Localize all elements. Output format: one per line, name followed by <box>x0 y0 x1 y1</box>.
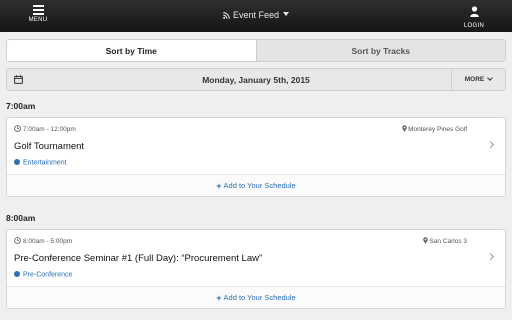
event-time-text: 7:00am - 12:00pm <box>23 126 76 133</box>
add-to-schedule-label: Add to Your Schedule <box>223 181 296 190</box>
event-location: San Carlos 3 <box>423 237 467 246</box>
tab-sort-by-time[interactable]: Sort by Time <box>7 40 256 61</box>
event-location-text: Monterey Pines Golf <box>408 126 467 133</box>
login-button[interactable]: LOGIN <box>456 3 492 29</box>
feed-title: Event Feed <box>232 10 280 20</box>
login-label: LOGIN <box>463 23 485 29</box>
plus-icon: + <box>216 180 222 191</box>
clock-icon <box>14 125 21 134</box>
event-track: Entertainment <box>14 159 67 167</box>
more-button[interactable]: MORE <box>451 69 505 90</box>
event-location-text: San Carlos 3 <box>429 238 467 245</box>
event-title: Pre-Conference Seminar #1 (Full Day): “P… <box>14 253 263 264</box>
event-time-range: 7:00am - 12:00pm <box>14 125 76 134</box>
add-to-schedule-button[interactable]: + Add to Your Schedule <box>7 174 505 196</box>
event-item[interactable]: 7:00am - 12:00pm Monterey Pines Golf Gol… <box>7 118 505 174</box>
date-bar: Monday, January 5th, 2015 MORE <box>6 68 506 91</box>
clock-icon <box>14 237 21 246</box>
plus-icon: + <box>216 292 222 303</box>
top-bar: MENU Event Feed LOGIN <box>0 0 512 32</box>
map-pin-icon <box>423 237 429 246</box>
event-card: 8:00am - 5:00pm San Carlos 3 Pre-Confere… <box>6 229 506 309</box>
track-color-dot <box>14 271 20 277</box>
track-color-dot <box>14 159 20 165</box>
chevron-down-icon <box>487 75 494 81</box>
event-feed-dropdown[interactable]: Event Feed <box>0 10 512 21</box>
chevron-right-icon <box>486 252 495 261</box>
event-track: Pre-Conference <box>14 271 72 279</box>
add-to-schedule-label: Add to Your Schedule <box>223 293 296 302</box>
rss-icon <box>223 11 231 21</box>
map-pin-icon <box>402 125 407 134</box>
caret-down-icon <box>282 12 289 16</box>
event-item[interactable]: 8:00am - 5:00pm San Carlos 3 Pre-Confere… <box>7 230 505 286</box>
event-track-label: Entertainment <box>23 159 67 167</box>
event-title: Golf Tournament <box>14 141 85 152</box>
more-label: MORE <box>464 76 485 83</box>
event-location: Monterey Pines Golf <box>402 125 467 134</box>
chevron-right-icon <box>486 140 495 149</box>
event-card: 7:00am - 12:00pm Monterey Pines Golf Gol… <box>6 117 506 197</box>
tab-sort-by-tracks[interactable]: Sort by Tracks <box>255 40 505 61</box>
event-time-text: 8:00am - 5:00pm <box>23 238 73 245</box>
add-to-schedule-button[interactable]: + Add to Your Schedule <box>7 286 505 308</box>
time-header: 7:00am <box>6 101 36 111</box>
time-header: 8:00am <box>6 213 36 223</box>
user-icon <box>456 4 492 22</box>
sort-tabs: Sort by Time Sort by Tracks <box>6 39 506 62</box>
event-track-label: Pre-Conference <box>23 271 73 279</box>
event-time-range: 8:00am - 5:00pm <box>14 237 72 246</box>
current-date: Monday, January 5th, 2015 <box>202 75 310 85</box>
